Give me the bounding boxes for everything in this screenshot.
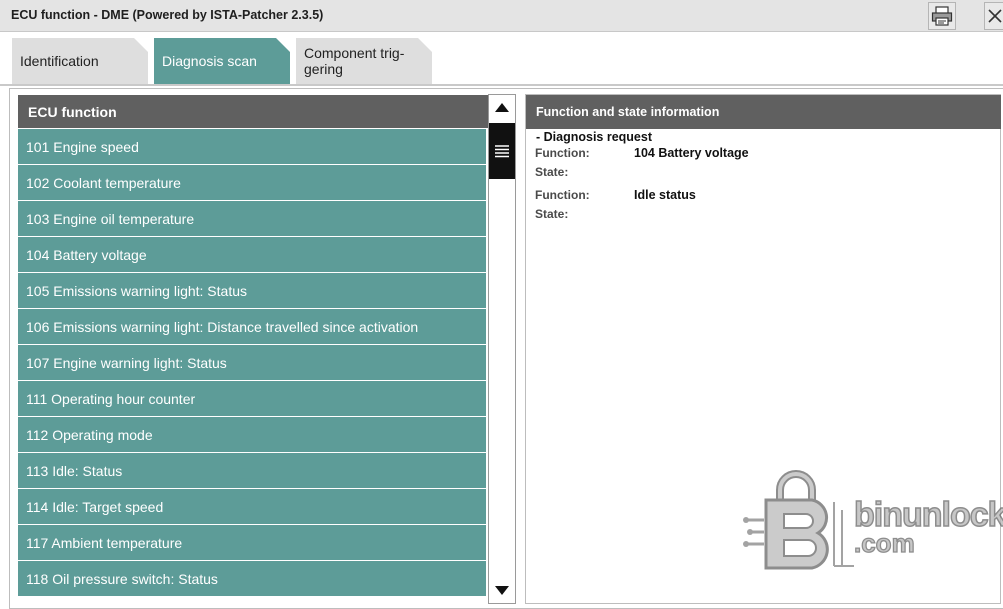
- close-icon: [988, 9, 1002, 23]
- tab-label: Diagnosis scan: [162, 53, 257, 69]
- watermark-logo: binunlock .com: [742, 466, 1003, 570]
- diagnosis-request-heading: - Diagnosis request: [536, 130, 652, 144]
- scroll-grip-icon: [495, 145, 509, 158]
- function-value: 104 Battery voltage: [634, 146, 749, 160]
- list-item[interactable]: 113 Idle: Status: [18, 453, 486, 488]
- lock-logo-icon: [743, 470, 854, 570]
- list-item[interactable]: 103 Engine oil temperature: [18, 201, 486, 236]
- function-label: Function:: [535, 146, 590, 160]
- list-item[interactable]: 105 Emissions warning light: Status: [18, 273, 486, 308]
- watermark-text: .com: [853, 527, 915, 558]
- list-item[interactable]: 106 Emissions warning light: Distance tr…: [18, 309, 486, 344]
- close-button[interactable]: [984, 2, 1003, 30]
- list-item[interactable]: 112 Operating mode: [18, 417, 486, 452]
- arrow-down-icon: [495, 586, 509, 595]
- title-bar: ECU function - DME (Powered by ISTA-Patc…: [0, 0, 1003, 32]
- list-item[interactable]: 104 Battery voltage: [18, 237, 486, 272]
- tab-label: Component trig- gering: [304, 45, 405, 77]
- tab-label: Identification: [20, 53, 99, 69]
- list-item[interactable]: 102 Coolant temperature: [18, 165, 486, 200]
- tab-bar: Identification Diagnosis scan Component …: [0, 32, 1003, 86]
- state-label: State:: [535, 165, 569, 179]
- list-item[interactable]: 117 Ambient temperature: [18, 525, 486, 560]
- state-label: State:: [535, 207, 569, 221]
- tab-identification[interactable]: Identification: [12, 38, 148, 84]
- scroll-up-button[interactable]: [489, 95, 515, 121]
- scroll-down-button[interactable]: [489, 577, 515, 603]
- list-item[interactable]: 101 Engine speed: [18, 129, 486, 164]
- info-panel-header: Function and state information: [526, 95, 1001, 129]
- list-item[interactable]: 114 Idle: Target speed: [18, 489, 486, 524]
- tab-component-triggering[interactable]: Component trig- gering: [296, 38, 432, 84]
- tab-diagnosis-scan[interactable]: Diagnosis scan: [154, 38, 290, 84]
- scroll-thumb[interactable]: [489, 123, 515, 179]
- ecu-function-window: ECU function - DME (Powered by ISTA-Patc…: [0, 0, 1003, 609]
- ecu-function-list: 101 Engine speed 102 Coolant temperature…: [18, 129, 486, 597]
- printer-icon: [931, 6, 953, 26]
- list-item[interactable]: 107 Engine warning light: Status: [18, 345, 486, 380]
- function-value: Idle status: [634, 188, 696, 202]
- list-item[interactable]: 111 Operating hour counter: [18, 381, 486, 416]
- arrow-up-icon: [495, 103, 509, 112]
- print-button[interactable]: [928, 2, 956, 30]
- window-title: ECU function - DME (Powered by ISTA-Patc…: [11, 8, 324, 22]
- function-label: Function:: [535, 188, 590, 202]
- list-item[interactable]: 118 Oil pressure switch: Status: [18, 561, 486, 596]
- ecu-list-header: ECU function: [18, 95, 494, 128]
- list-scrollbar[interactable]: [488, 94, 516, 604]
